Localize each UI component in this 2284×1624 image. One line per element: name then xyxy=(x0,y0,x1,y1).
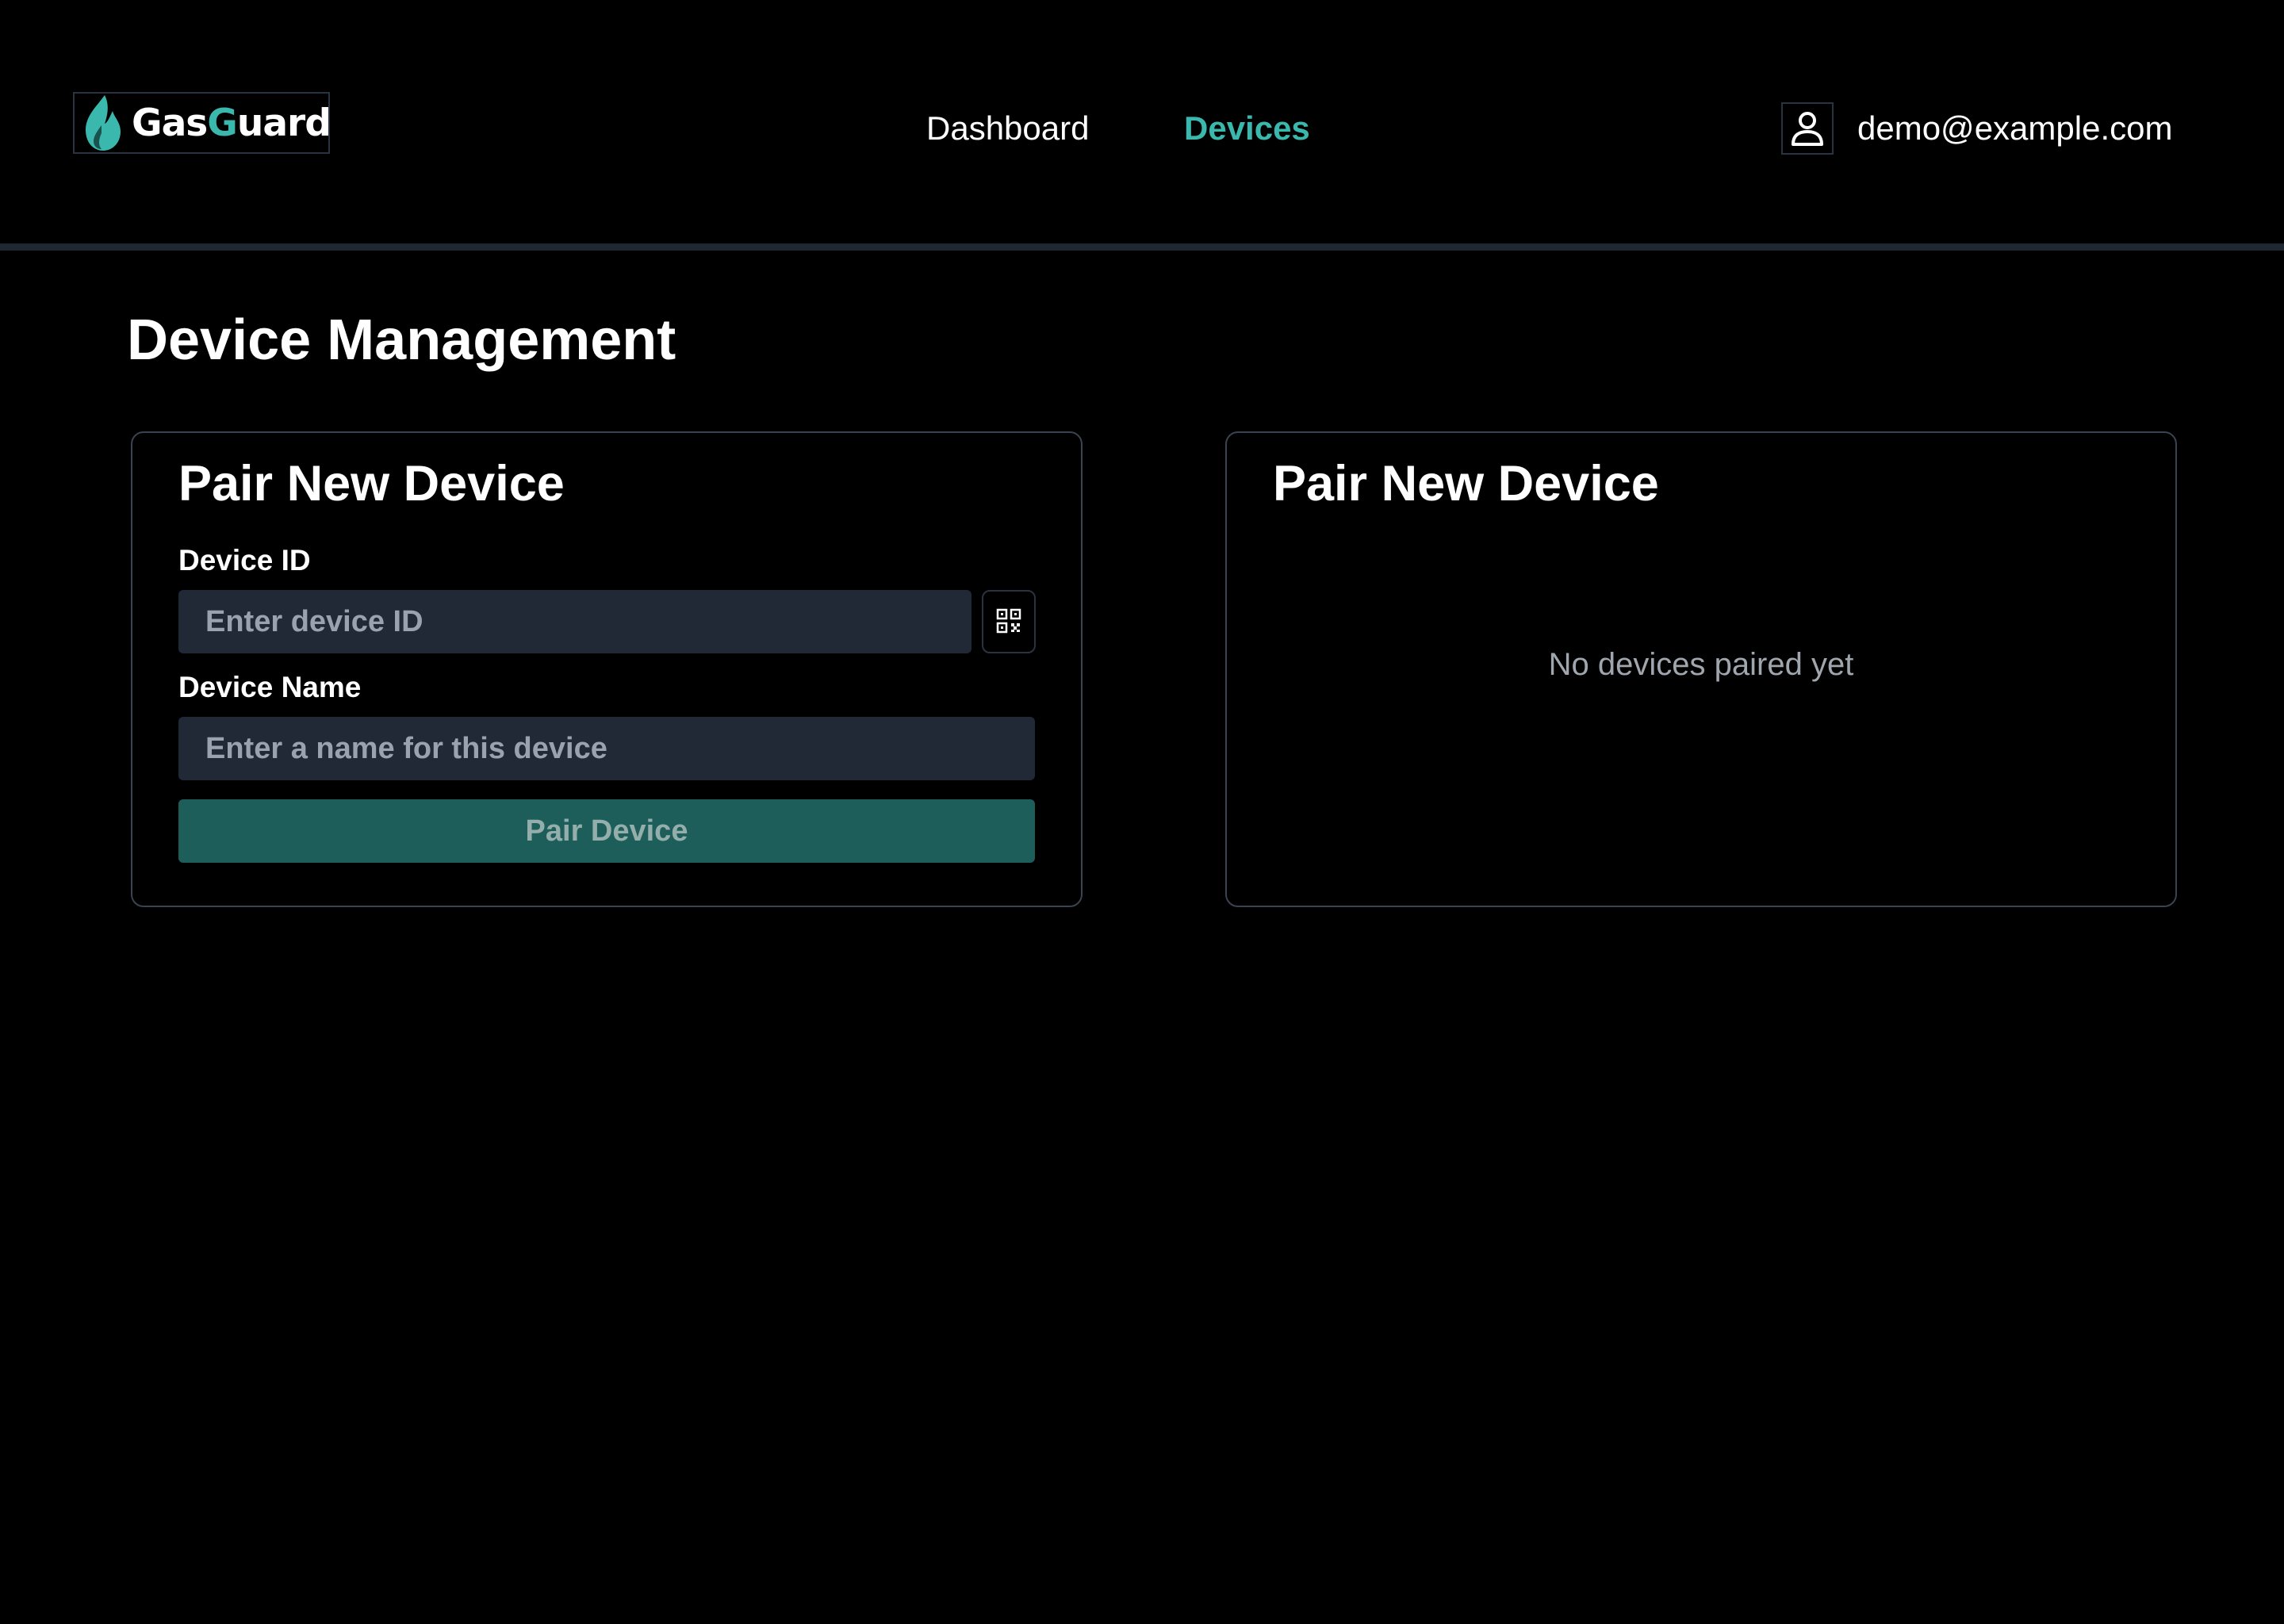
qr-code-icon xyxy=(996,608,1021,636)
user-icon[interactable] xyxy=(1781,102,1834,155)
nav-devices[interactable]: Devices xyxy=(1184,105,1310,152)
device-id-input[interactable] xyxy=(178,590,971,653)
page-title: Device Management xyxy=(127,308,676,372)
flame-icon xyxy=(81,94,125,152)
qr-scan-button[interactable] xyxy=(982,590,1036,653)
top-header: GasGuard Dashboard Devices demo@example.… xyxy=(0,0,2284,251)
gasguard-logo[interactable]: GasGuard xyxy=(73,92,331,154)
user-email: demo@example.com xyxy=(1857,109,2173,147)
nav-dashboard[interactable]: Dashboard xyxy=(926,105,1089,152)
user-menu[interactable]: demo@example.com xyxy=(1781,102,2172,155)
device-id-label: Device ID xyxy=(178,544,311,576)
pair-card-title: Pair New Device xyxy=(178,456,565,511)
device-name-label: Device Name xyxy=(178,671,362,703)
devices-card-title: Pair New Device xyxy=(1273,456,1659,511)
pair-device-button[interactable]: Pair Device xyxy=(178,799,1035,863)
pair-device-card: Pair New Device Device ID Device Name Pa… xyxy=(131,431,1083,907)
device-name-input[interactable] xyxy=(178,717,1035,780)
empty-devices-message: No devices paired yet xyxy=(1548,647,1854,682)
paired-devices-card: Pair New Device No devices paired yet xyxy=(1225,431,2177,907)
logo-wordmark: GasGuard xyxy=(132,101,331,145)
